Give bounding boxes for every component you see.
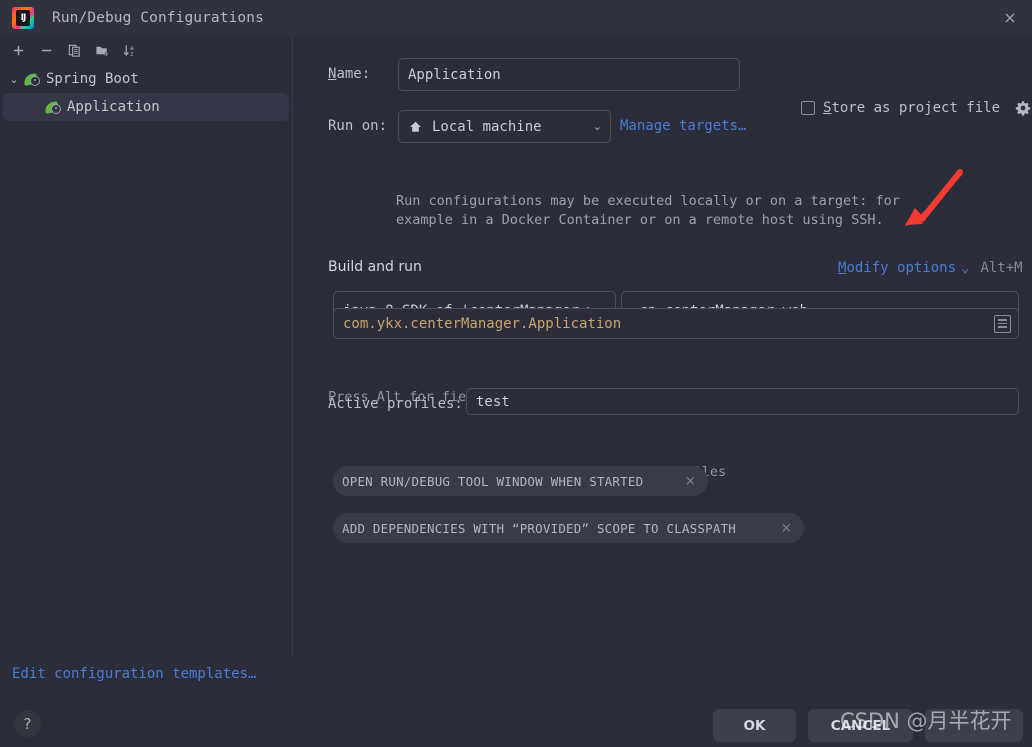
tree-item-application[interactable]: Application — [3, 93, 289, 121]
main-class-input[interactable]: com.ykx.centerManager.Application — [333, 308, 1019, 339]
folder-add-icon — [96, 46, 108, 56]
browse-class-icon[interactable] — [994, 314, 1011, 333]
chevron-down-icon[interactable]: ⌄ — [593, 120, 602, 133]
cancel-button[interactable]: CANCEL — [808, 709, 913, 742]
new-folder-button[interactable] — [89, 38, 115, 62]
option-chip-label: ADD DEPENDENCIES WITH “PROVIDED” SCOPE T… — [342, 520, 737, 536]
active-profiles-value: test — [476, 393, 510, 410]
home-icon — [408, 120, 423, 134]
svg-text:z: z — [130, 51, 134, 58]
run-on-value: Local machine — [432, 118, 542, 135]
run-on-description: Run configurations may be executed local… — [396, 192, 956, 230]
help-button[interactable]: ? — [14, 710, 41, 737]
close-icon[interactable]: × — [988, 0, 1032, 35]
main-class-value: com.ykx.centerManager.Application — [343, 315, 622, 332]
active-profiles-label: Active profiles: — [328, 396, 463, 412]
window-title: Run/Debug Configurations — [52, 9, 264, 26]
close-icon[interactable]: × — [669, 474, 702, 489]
apply-button[interactable] — [925, 709, 1023, 742]
store-as-project-file-label: Store as project file — [823, 100, 1001, 116]
spring-boot-icon — [23, 72, 41, 87]
configuration-form: Name: Application Store as project file … — [292, 35, 1032, 655]
copy-configuration-button[interactable] — [61, 38, 87, 62]
intellij-idea-logo-icon: IJ — [12, 6, 34, 29]
tree-group-spring-boot[interactable]: ⌄ Spring Boot — [0, 65, 292, 93]
option-chip-open-run-debug-tool-window[interactable]: OPEN RUN/DEBUG TOOL WINDOW WHEN STARTED … — [333, 466, 708, 496]
close-icon[interactable]: × — [765, 521, 798, 536]
name-label-rest: ame: — [336, 66, 371, 82]
tree-group-label: Spring Boot — [46, 71, 139, 87]
plus-icon — [13, 45, 23, 55]
store-as-project-file-checkbox[interactable] — [801, 101, 815, 115]
edit-configuration-templates-link[interactable]: Edit configuration templates… — [12, 666, 256, 682]
build-and-run-title: Build and run — [328, 259, 422, 275]
run-debug-configurations-dialog: IJ Run/Debug Configurations × a z ⌄ Spri… — [0, 0, 1032, 747]
add-configuration-button[interactable] — [5, 38, 31, 62]
name-input[interactable]: Application — [398, 58, 740, 91]
modify-options-button[interactable]: Modify options ⌄ Alt+M — [838, 260, 1023, 276]
run-on-select[interactable]: Local machine ⌄ — [398, 110, 611, 143]
run-on-description-line2: example in a Docker Container or on a re… — [396, 212, 884, 228]
ok-button[interactable]: OK — [713, 709, 796, 742]
chevron-down-icon[interactable]: ⌄ — [4, 73, 24, 86]
configurations-toolbar: a z — [0, 35, 292, 65]
name-input-value: Application — [408, 66, 501, 83]
tree-item-label: Application — [67, 99, 160, 115]
option-chip-add-provided-dependencies[interactable]: ADD DEPENDENCIES WITH “PROVIDED” SCOPE T… — [333, 513, 804, 543]
gear-icon[interactable] — [1015, 100, 1031, 116]
active-profiles-input[interactable]: test — [466, 388, 1019, 415]
configurations-tree: ⌄ Spring Boot Application — [0, 65, 292, 655]
remove-configuration-button[interactable] — [33, 38, 59, 62]
modify-options-label: Modify options — [838, 260, 957, 276]
name-label: Name: — [328, 66, 371, 82]
spring-boot-icon — [44, 100, 62, 115]
minus-icon — [41, 49, 51, 51]
intellij-logo-text: IJ — [16, 9, 30, 26]
modify-options-shortcut: Alt+M — [980, 260, 1023, 276]
run-on-label: Run on: — [328, 118, 388, 134]
sort-configurations-button[interactable]: a z — [117, 38, 143, 62]
option-chip-label: OPEN RUN/DEBUG TOOL WINDOW WHEN STARTED — [342, 473, 644, 489]
run-on-description-line1: Run configurations may be executed local… — [396, 193, 900, 209]
copy-icon — [68, 44, 80, 57]
chevron-down-icon: ⌄ — [961, 260, 970, 276]
sort-az-icon: a z — [123, 45, 134, 58]
title-bar: IJ Run/Debug Configurations × — [0, 0, 1032, 35]
manage-targets-link[interactable]: Manage targets… — [620, 118, 746, 134]
store-as-project-file-row[interactable]: Store as project file — [801, 100, 1031, 116]
